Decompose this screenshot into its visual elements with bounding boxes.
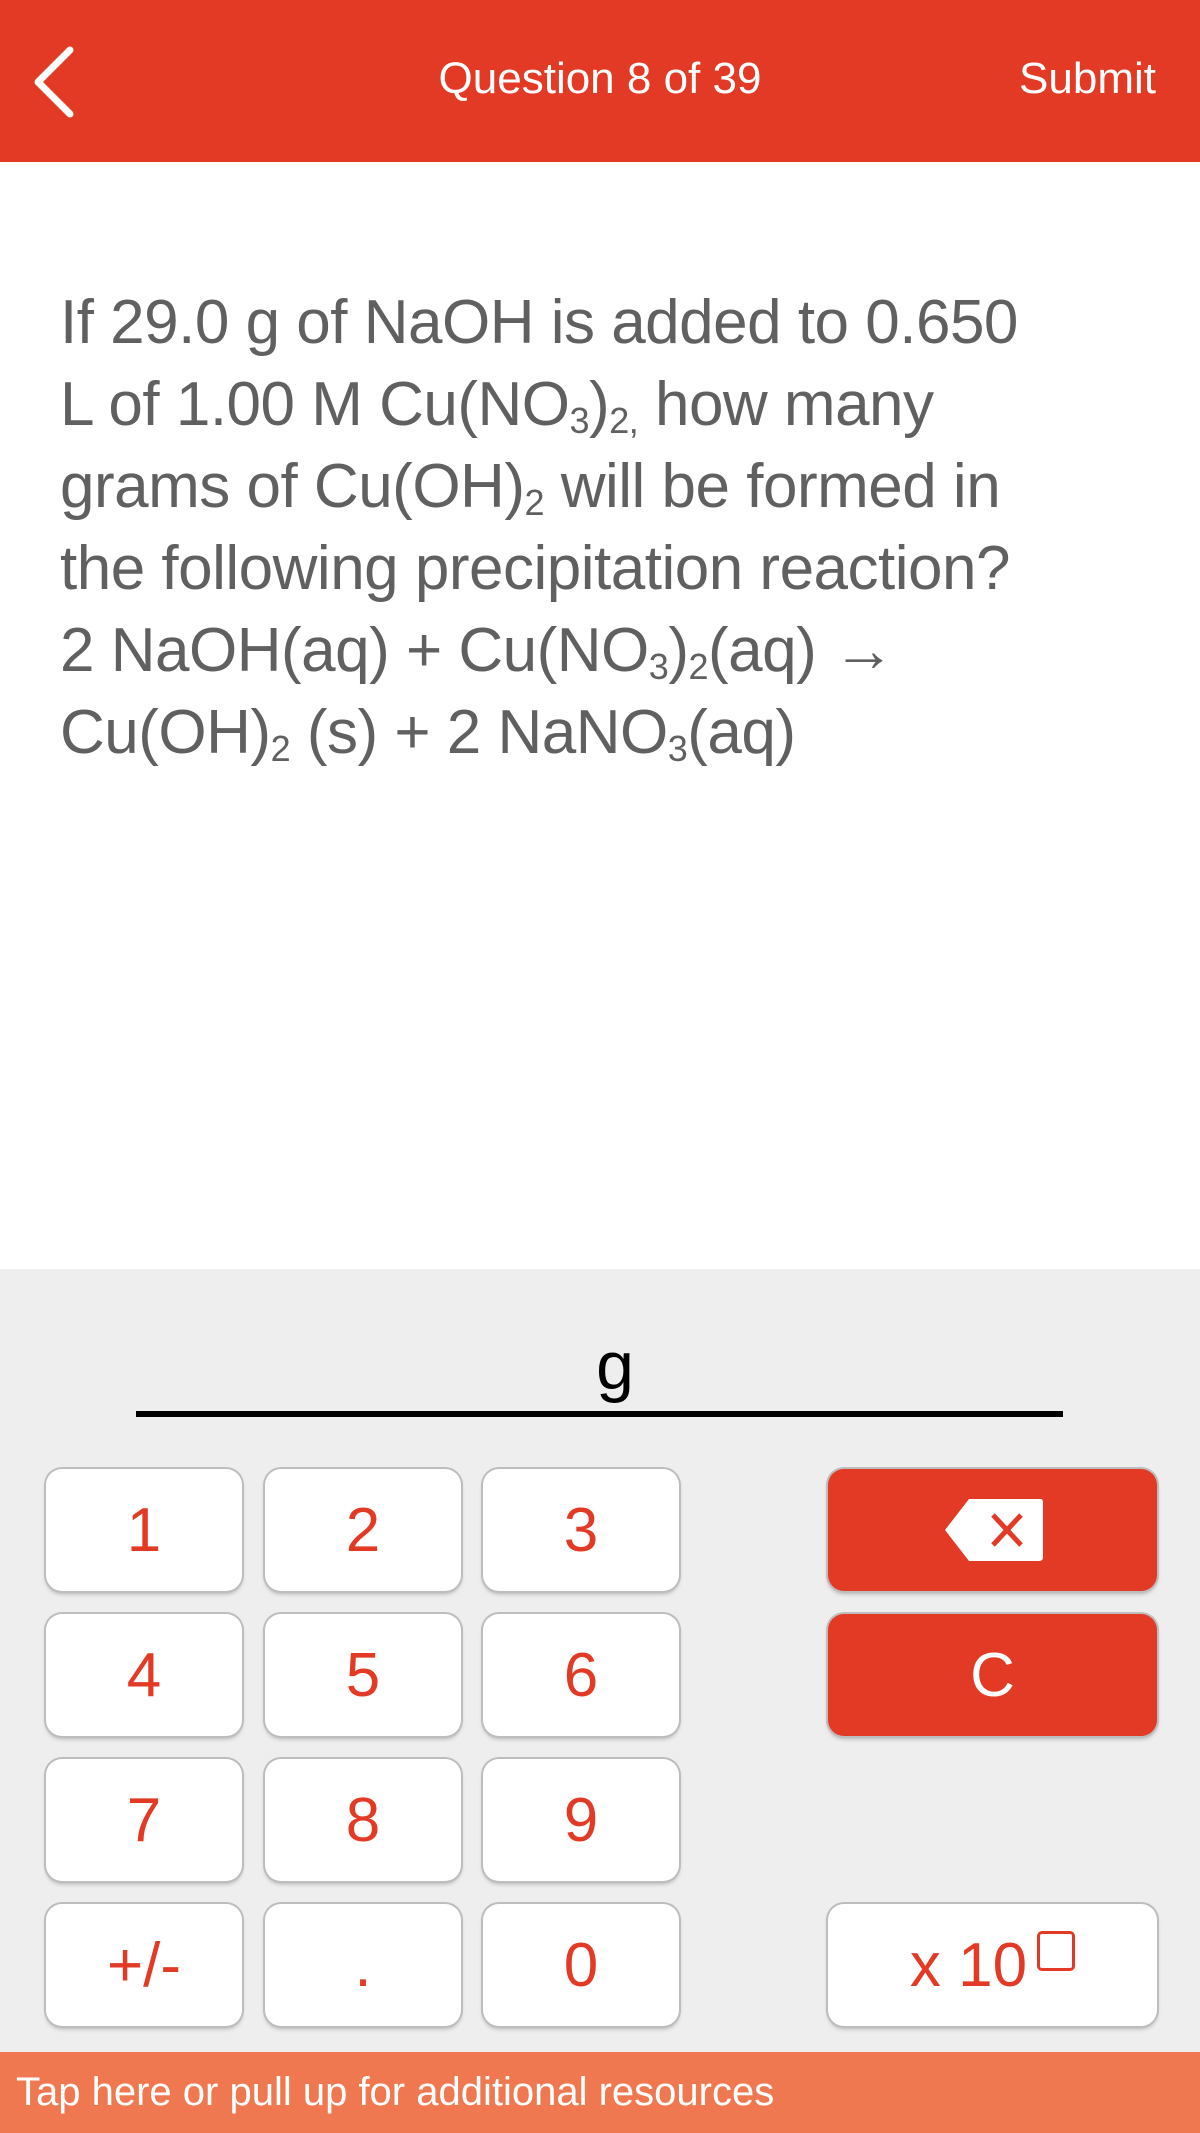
key-5[interactable]: 5 (265, 1614, 461, 1736)
top-bar: Question 8 of 39 Submit (0, 0, 1200, 162)
key-1[interactable]: 1 (46, 1469, 242, 1591)
question-line: Cu(OH)2 (s) + 2 NaNO3(aq) (60, 692, 1018, 774)
key-3[interactable]: 3 (483, 1469, 679, 1591)
resources-drawer-handle[interactable]: Tap here or pull up for additional resou… (0, 2052, 1200, 2133)
exponent-label: x 10 (909, 1930, 1028, 2000)
key-4[interactable]: 4 (46, 1614, 242, 1736)
clear-button[interactable]: C (828, 1614, 1157, 1736)
backspace-button[interactable] (828, 1469, 1157, 1591)
backspace-icon (944, 1499, 1043, 1561)
answer-unit: g (596, 1328, 634, 1404)
question-line: If 29.0 g of NaOH is added to 0.650 (60, 282, 1018, 364)
key-7[interactable]: 7 (46, 1759, 242, 1881)
text: grams of Cu(OH) (60, 452, 525, 521)
submit-button[interactable]: Submit (1019, 54, 1156, 104)
text: If 29.0 g of NaOH is added to 0.650 (60, 288, 1018, 357)
subscript: 2, (609, 400, 639, 441)
answer-keypad-area: g 1 2 3 4 5 6 C 7 8 9 +/- . 0 x 10 (0, 1269, 1200, 2052)
sign-toggle-key[interactable]: +/- (46, 1904, 242, 2026)
subscript: 2 (524, 482, 544, 523)
subscript: 3 (648, 646, 669, 687)
text: ) (668, 616, 689, 685)
subscript: 2 (270, 728, 291, 769)
text: (aq) → (708, 616, 895, 685)
text: ) (589, 370, 610, 439)
key-2[interactable]: 2 (265, 1469, 461, 1591)
text: Cu(OH) (60, 698, 271, 767)
exponent-button[interactable]: x 10 (828, 1904, 1157, 2026)
question-text: If 29.0 g of NaOH is added to 0.650 L of… (60, 282, 1018, 774)
text: (aq) (687, 698, 796, 767)
text: (s) + 2 NaNO (290, 698, 668, 767)
question-line: the following precipitation reaction? (60, 528, 1018, 610)
question-line: L of 1.00 M Cu(NO3)2, how many (60, 364, 1018, 446)
subscript: 3 (667, 728, 688, 769)
subscript: 3 (569, 400, 590, 441)
exponent-placeholder-icon (1037, 1931, 1076, 1971)
subscript: 2 (688, 646, 708, 687)
decimal-key[interactable]: . (265, 1904, 461, 2026)
text: the following precipitation reaction? (60, 534, 1010, 603)
key-9[interactable]: 9 (483, 1759, 679, 1881)
text: how many (638, 370, 934, 439)
text: will be formed in (544, 452, 1001, 521)
answer-input-line[interactable] (136, 1411, 1063, 1417)
key-8[interactable]: 8 (265, 1759, 461, 1881)
text: L of 1.00 M Cu(NO (60, 370, 570, 439)
key-0[interactable]: 0 (483, 1904, 679, 2026)
question-line: 2 NaOH(aq) + Cu(NO3)2(aq) → (60, 610, 1018, 692)
text: 2 NaOH(aq) + Cu(NO (60, 616, 649, 685)
question-line: grams of Cu(OH)2 will be formed in (60, 446, 1018, 528)
key-6[interactable]: 6 (483, 1614, 679, 1736)
